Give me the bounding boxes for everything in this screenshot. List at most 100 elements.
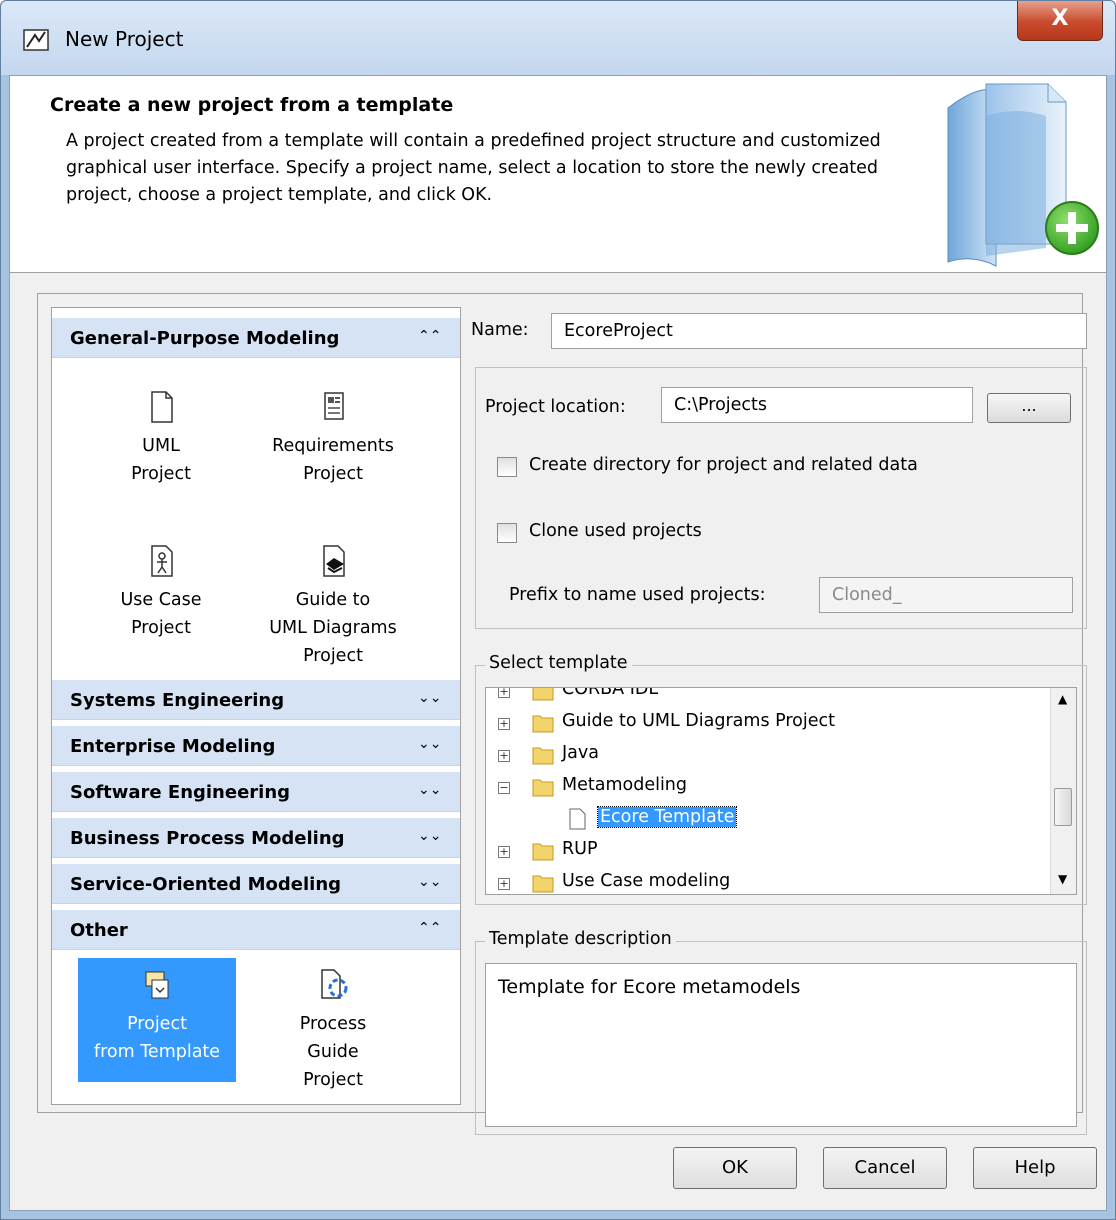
category-panel: General-Purpose Modeling ⌃⌃ UML Project … <box>51 307 461 1105</box>
tree-item-metamodeling[interactable]: − Metamodeling <box>486 772 1046 804</box>
tree-item-label: CORBA IDL <box>562 687 659 699</box>
category-service-oriented-modeling[interactable]: Service-Oriented Modeling ⌄⌄ <box>52 864 460 904</box>
tile-project-from-template[interactable]: Project from Template <box>78 958 236 1082</box>
tile-label: Project <box>127 1014 187 1034</box>
category-enterprise-modeling[interactable]: Enterprise Modeling ⌄⌄ <box>52 726 460 766</box>
project-location-input[interactable]: C:\Projects <box>661 387 973 423</box>
select-template-legend: Select template <box>485 653 632 673</box>
tile-label: from Template <box>93 1042 221 1062</box>
title-bar: New Project X <box>1 1 1115 75</box>
category-label: Enterprise Modeling <box>70 736 276 757</box>
tile-guide-to-uml-diagrams-project[interactable]: Guide to UML Diagrams Project <box>254 544 412 670</box>
cancel-button[interactable]: Cancel <box>823 1147 947 1189</box>
expand-icon[interactable]: + <box>498 688 510 698</box>
category-label: General-Purpose Modeling <box>70 328 340 349</box>
new-project-illustration-icon <box>947 83 1099 267</box>
category-general-purpose-modeling[interactable]: General-Purpose Modeling ⌃⌃ <box>52 318 460 358</box>
clone-used-projects-checkbox[interactable] <box>497 523 517 543</box>
tile-use-case-project[interactable]: Use Case Project <box>82 544 240 642</box>
tile-process-guide-project[interactable]: Process Guide Project <box>254 968 412 1094</box>
new-project-dialog: New Project X Create a new project from … <box>0 0 1116 1220</box>
template-tree[interactable]: + CORBA IDL + Guide to UML Diagrams Proj… <box>485 687 1077 895</box>
tile-label: Requirements <box>272 436 394 456</box>
prefix-input: Cloned_ <box>819 577 1073 613</box>
category-other[interactable]: Other ⌃⌃ <box>52 910 460 950</box>
collapse-chevron-icon[interactable]: ⌃⌃ <box>418 920 441 936</box>
browse-location-button[interactable]: ... <box>987 393 1071 423</box>
tile-uml-project[interactable]: UML Project <box>82 390 240 488</box>
header-description: A project created from a template will c… <box>66 131 881 205</box>
folder-icon <box>532 715 554 733</box>
folder-icon <box>532 875 554 893</box>
project-location-label: Project location: <box>485 397 626 417</box>
category-label: Service-Oriented Modeling <box>70 874 342 895</box>
category-systems-engineering[interactable]: Systems Engineering ⌄⌄ <box>52 680 460 720</box>
name-label: Name: <box>471 320 529 340</box>
template-description-legend: Template description <box>485 929 676 949</box>
tile-requirements-project[interactable]: Requirements Project <box>254 390 412 488</box>
tree-item-label: Java <box>562 743 599 763</box>
category-label: Systems Engineering <box>70 690 285 711</box>
category-software-engineering[interactable]: Software Engineering ⌄⌄ <box>52 772 460 812</box>
clone-used-projects-label: Clone used projects <box>529 521 702 541</box>
use-case-actor-icon <box>151 545 173 577</box>
tile-label: Project <box>303 1070 363 1090</box>
tree-item-ecore-template[interactable]: Ecore Template <box>486 804 1046 836</box>
tile-label: UML Diagrams <box>269 618 397 638</box>
tree-item-corba-idl[interactable]: + CORBA IDL <box>486 687 1046 708</box>
collapse-icon[interactable]: − <box>498 782 510 794</box>
tree-item-label: Metamodeling <box>562 775 688 795</box>
expand-chevron-icon[interactable]: ⌄⌄ <box>418 782 441 798</box>
expand-icon[interactable]: + <box>498 718 510 730</box>
category-label: Business Process Modeling <box>70 828 345 849</box>
tile-label: Project <box>303 646 363 666</box>
tile-label: Guide <box>307 1042 359 1062</box>
tile-label: Use Case <box>120 590 202 610</box>
create-directory-label: Create directory for project and related… <box>529 455 918 475</box>
help-button[interactable]: Help <box>973 1147 1097 1189</box>
close-button[interactable]: X <box>1017 1 1103 41</box>
folder-icon <box>532 843 554 861</box>
process-guide-icon <box>321 969 348 999</box>
expand-icon[interactable]: + <box>498 878 510 890</box>
expand-chevron-icon[interactable]: ⌄⌄ <box>418 690 441 706</box>
tile-label: Project <box>131 464 191 484</box>
ok-button[interactable]: OK <box>673 1147 797 1189</box>
tree-item-label: Use Case modeling <box>562 871 731 891</box>
collapse-chevron-icon[interactable]: ⌃⌃ <box>418 328 441 344</box>
header-banner: Create a new project from a template A p… <box>10 76 1106 273</box>
expand-chevron-icon[interactable]: ⌄⌄ <box>418 736 441 752</box>
tree-item-guide-to-uml-diagrams-project[interactable]: + Guide to UML Diagrams Project <box>486 708 1046 740</box>
header-title: Create a new project from a template <box>50 94 454 116</box>
tree-item-label: RUP <box>562 839 598 859</box>
tile-label: UML <box>142 436 180 456</box>
tile-label: Process <box>299 1014 367 1034</box>
expand-chevron-icon[interactable]: ⌄⌄ <box>418 828 441 844</box>
expand-icon[interactable]: + <box>498 846 510 858</box>
tree-item-rup[interactable]: + RUP <box>486 836 1046 868</box>
scroll-up-icon[interactable]: ▲ <box>1058 692 1067 706</box>
create-directory-checkbox[interactable] <box>497 457 517 477</box>
document-icon <box>569 808 586 830</box>
category-business-process-modeling[interactable]: Business Process Modeling ⌄⌄ <box>52 818 460 858</box>
folder-icon <box>532 688 554 701</box>
requirements-icon <box>324 392 344 420</box>
tile-label: Project <box>303 464 363 484</box>
tree-item-label: Ecore Template <box>596 806 738 828</box>
template-tree-scrollbar[interactable]: ▲ ▼ <box>1050 688 1076 894</box>
template-project-icon <box>145 971 169 999</box>
scroll-down-icon[interactable]: ▼ <box>1058 872 1067 886</box>
tree-item-java[interactable]: + Java <box>486 740 1046 772</box>
guide-book-icon <box>323 545 345 577</box>
category-label: Software Engineering <box>70 782 291 803</box>
tile-label: Project <box>131 618 191 638</box>
scrollbar-thumb[interactable] <box>1054 788 1072 826</box>
expand-chevron-icon[interactable]: ⌄⌄ <box>418 874 441 890</box>
prefix-label: Prefix to name used projects: <box>509 585 766 605</box>
project-name-input[interactable]: EcoreProject <box>551 313 1087 349</box>
template-description-text: Template for Ecore metamodels <box>485 963 1077 1127</box>
tree-item-use-case-modeling[interactable]: + Use Case modeling <box>486 868 1046 894</box>
folder-icon <box>532 747 554 765</box>
document-icon <box>151 391 173 423</box>
expand-icon[interactable]: + <box>498 750 510 762</box>
